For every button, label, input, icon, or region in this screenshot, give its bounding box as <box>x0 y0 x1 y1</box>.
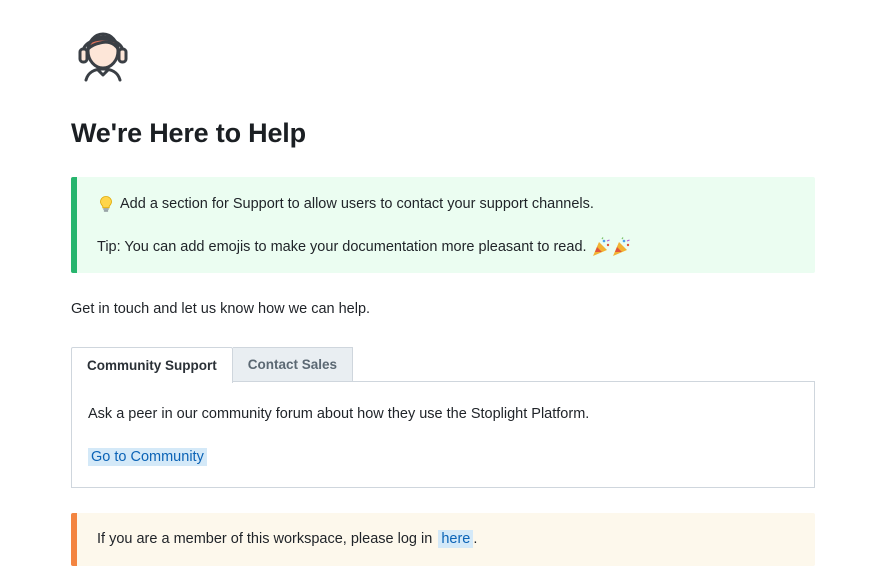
login-callout-suffix: . <box>473 531 478 547</box>
info-callout-tip: Tip: You can add emojis to make your doc… <box>97 237 631 257</box>
login-callout-text: If you are a member of this workspace, p… <box>97 531 433 547</box>
login-callout: If you are a member of this workspace, p… <box>71 513 815 566</box>
tab-community-support[interactable]: Community Support <box>71 347 233 383</box>
support-page: We're Here to Help Add a section for Sup… <box>0 0 890 581</box>
login-here-link[interactable]: here <box>438 530 474 548</box>
tab-panel-description: Ask a peer in our community forum about … <box>88 406 590 422</box>
info-callout-line: Add a section for Support to allow users… <box>97 195 594 213</box>
login-callout-message: If you are a member of this workspace, p… <box>97 530 478 548</box>
info-callout-text: Add a section for Support to allow users… <box>120 196 594 212</box>
intro-text: Get in touch and let us know how we can … <box>71 301 371 317</box>
support-tabs: Community Support Contact Sales <box>71 347 354 383</box>
page-title: We're Here to Help <box>71 118 306 148</box>
tab-panel-community: Ask a peer in our community forum about … <box>71 381 815 488</box>
lightbulb-icon <box>100 196 112 212</box>
tab-contact-sales[interactable]: Contact Sales <box>232 347 354 382</box>
info-callout-tip-text: Tip: You can add emojis to make your doc… <box>97 239 587 255</box>
support-agent-headset-icon <box>78 32 128 82</box>
info-callout: Add a section for Support to allow users… <box>71 177 815 273</box>
go-to-community-link[interactable]: Go to Community <box>88 448 207 466</box>
party-popper-icons <box>592 237 630 256</box>
